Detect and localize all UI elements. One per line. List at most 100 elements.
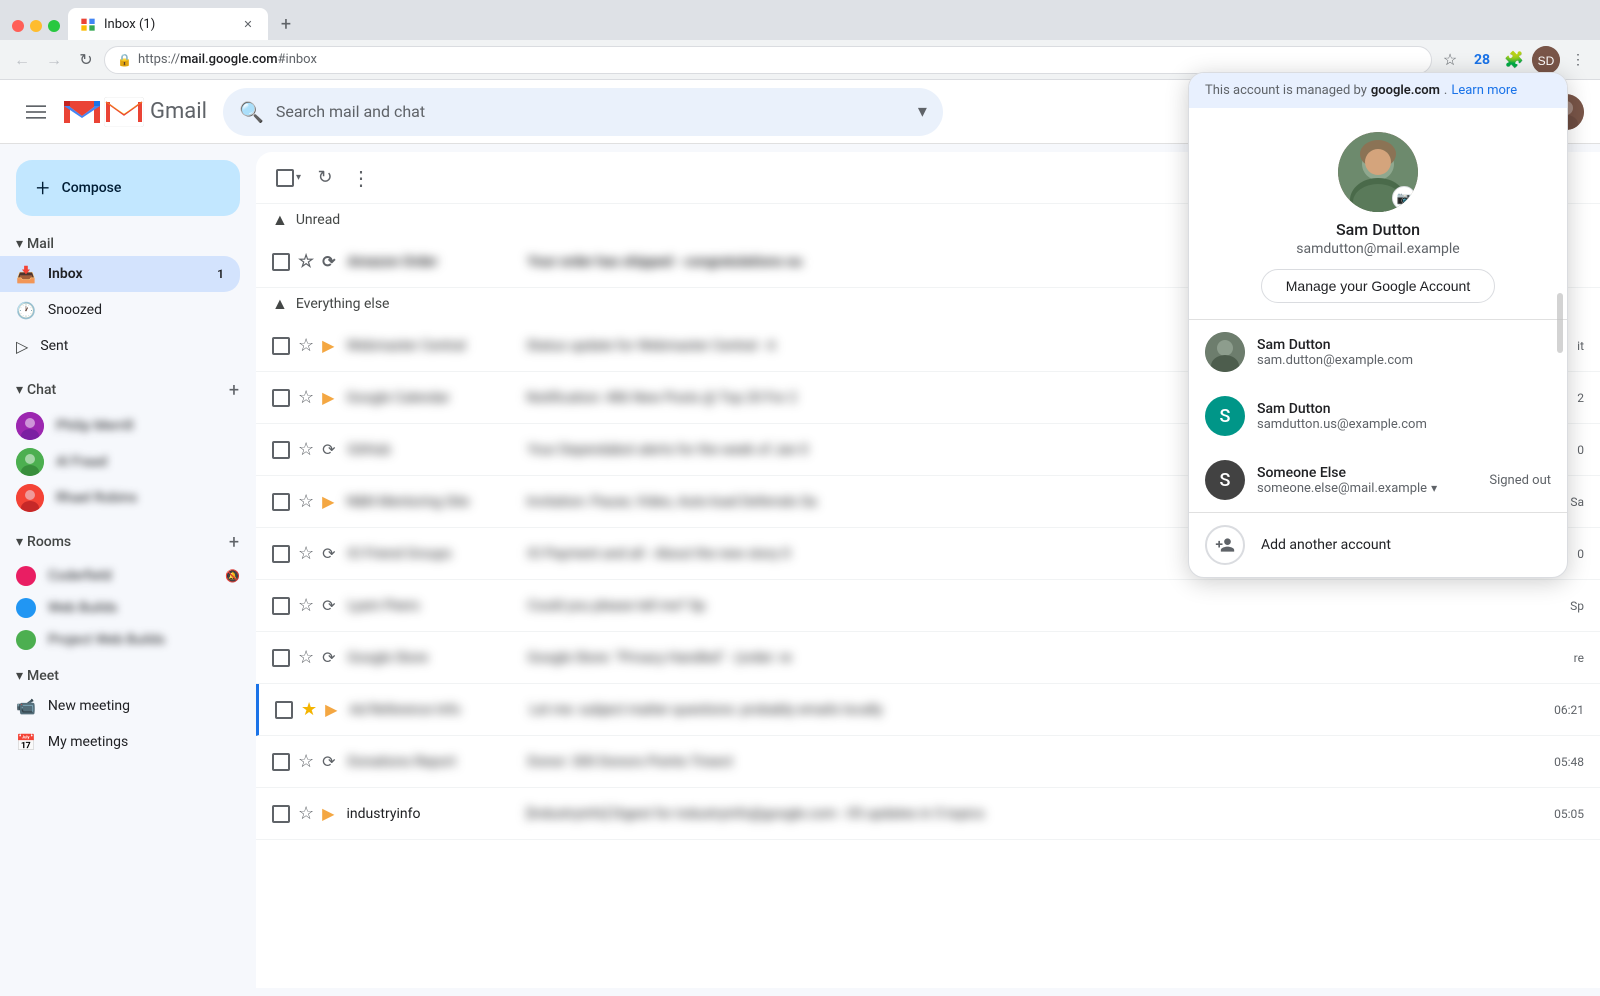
star-icon[interactable]: ☆: [298, 251, 314, 272]
sidebar-item-inbox[interactable]: 📥 Inbox 1: [0, 256, 240, 292]
snooze-icon: ⟳: [322, 252, 335, 271]
room-item-3[interactable]: Project Web Builds: [0, 624, 256, 656]
chat-contacts-list: Philip Merrill Al Fraad Rhael Robins: [0, 408, 256, 520]
email-checkbox[interactable]: [272, 253, 290, 271]
refresh-button[interactable]: ↻: [309, 162, 341, 194]
star-icon[interactable]: ☆: [298, 439, 314, 460]
chrome-menu-button[interactable]: ⋮: [1564, 46, 1592, 74]
bookmark-button[interactable]: ☆: [1436, 46, 1464, 74]
email-time: 0: [1577, 443, 1584, 457]
account-item-someone-else[interactable]: S Someone Else someone.else@mail.example…: [1189, 448, 1567, 512]
chat-contact-3[interactable]: Rhael Robins: [16, 480, 256, 516]
address-bar-url: https://mail.google.com#inbox: [138, 52, 317, 67]
unread-label: Unread: [296, 212, 340, 228]
traffic-light-green[interactable]: [48, 20, 60, 32]
mail-section-header[interactable]: ▾ Mail: [0, 232, 256, 256]
email-row[interactable]: ☆ ⟳ Google Store Google Store: "Privacy …: [256, 632, 1600, 684]
email-checkbox[interactable]: [272, 337, 290, 355]
browser-tabs-bar: Inbox (1) ✕ +: [0, 0, 1600, 40]
star-icon[interactable]: ☆: [298, 491, 314, 512]
star-icon[interactable]: ☆: [298, 335, 314, 356]
compose-button[interactable]: + Compose: [16, 160, 240, 216]
email-checkbox[interactable]: [272, 441, 290, 459]
add-room-button[interactable]: +: [220, 528, 248, 556]
chat-contact-1[interactable]: Philip Merrill: [16, 408, 256, 444]
edit-photo-button[interactable]: 📷: [1392, 186, 1416, 210]
star-icon[interactable]: ☆: [298, 595, 314, 616]
back-button[interactable]: ←: [8, 46, 36, 74]
email-row-highlighted[interactable]: ★ ▶ Ad Reference Info Let me: subject ma…: [256, 684, 1600, 736]
rooms-chevron-icon[interactable]: ▾: [16, 534, 23, 550]
account-item-sam-1[interactable]: Sam Dutton sam.dutton@example.com: [1189, 320, 1567, 384]
email-row[interactable]: ☆ ⟳ Lyam Peers Could you please tell me?…: [256, 580, 1600, 632]
sender-name: Google Store: [348, 650, 528, 666]
extension-calendar[interactable]: 28: [1468, 46, 1496, 74]
traffic-light-red[interactable]: [12, 20, 24, 32]
email-row[interactable]: ☆ ⟳ Donations Report Donor: 300 Donors P…: [256, 736, 1600, 788]
email-content: Donor: 300 Donors Points Trisect: [528, 754, 1547, 770]
account-item-sam-2[interactable]: S Sam Dutton samdutton.us@example.com: [1189, 384, 1567, 448]
account-photo[interactable]: 📷: [1338, 132, 1418, 212]
address-bar[interactable]: 🔒 https://mail.google.com#inbox: [104, 46, 1432, 74]
more-options-button[interactable]: ⋮: [345, 162, 377, 194]
select-all-checkbox-wrapper[interactable]: ▾: [272, 165, 305, 191]
reload-button[interactable]: ↻: [72, 46, 100, 74]
email-checkbox[interactable]: [272, 545, 290, 563]
meet-section-header[interactable]: ▾ Meet: [0, 660, 256, 688]
room-item-1[interactable]: Coderfield 🔕: [0, 560, 256, 592]
email-checkbox[interactable]: [272, 493, 290, 511]
search-bar[interactable]: 🔍 Search mail and chat ▾: [223, 88, 943, 136]
manage-google-account-button[interactable]: Manage your Google Account: [1261, 269, 1495, 303]
sidebar-item-my-meetings[interactable]: 📅 My meetings: [0, 724, 256, 760]
rooms-section-header: ▾ Rooms +: [0, 520, 256, 560]
chat-section-label: Chat: [23, 382, 220, 398]
sidebar-item-snoozed[interactable]: 🕐 Snoozed: [0, 292, 240, 328]
contact-2-name: Al Fraad: [56, 454, 107, 470]
star-icon[interactable]: ☆: [298, 543, 314, 564]
account-item-1-email: sam.dutton@example.com: [1257, 353, 1551, 368]
new-meeting-icon: 📹: [16, 697, 36, 716]
search-input[interactable]: Search mail and chat: [276, 102, 906, 121]
forward-button[interactable]: →: [40, 46, 68, 74]
new-tab-button[interactable]: +: [272, 12, 300, 40]
tab-close-button[interactable]: ✕: [240, 16, 256, 32]
sender-name: N&N Mentoring Site: [346, 494, 526, 510]
select-dropdown-arrow-icon[interactable]: ▾: [296, 172, 301, 183]
email-checkbox[interactable]: [275, 701, 293, 719]
signed-out-status: Signed out: [1489, 473, 1551, 488]
email-checkbox[interactable]: [272, 649, 290, 667]
extension-puzzle[interactable]: 🧩: [1500, 46, 1528, 74]
sidebar-item-new-meeting[interactable]: 📹 New meeting: [0, 688, 256, 724]
mail-chevron-icon: ▾: [16, 236, 23, 252]
profile-button[interactable]: SD: [1532, 46, 1560, 74]
inbox-count-badge: 1: [217, 267, 224, 281]
email-checkbox[interactable]: [272, 389, 290, 407]
email-checkbox[interactable]: [272, 805, 290, 823]
search-filter-arrow[interactable]: ▾: [918, 101, 927, 122]
sidebar-item-sent[interactable]: ▷ Sent: [0, 328, 240, 364]
star-icon[interactable]: ☆: [298, 803, 314, 824]
email-checkbox[interactable]: [272, 597, 290, 615]
active-tab[interactable]: Inbox (1) ✕: [68, 8, 268, 40]
email-content: [Industryinfo] Digest for industryinfo@g…: [526, 806, 1546, 822]
traffic-light-yellow[interactable]: [30, 20, 42, 32]
compose-plus-icon: +: [36, 174, 50, 202]
account-item-1-avatar: [1205, 332, 1245, 372]
room-item-2[interactable]: Web Builds: [0, 592, 256, 624]
star-icon[interactable]: ☆: [298, 387, 314, 408]
select-all-checkbox[interactable]: [276, 169, 294, 187]
chat-section-header: ▾ Chat +: [0, 368, 256, 408]
add-another-account-item[interactable]: Add another account: [1189, 513, 1567, 577]
chat-chevron-icon[interactable]: ▾: [16, 382, 23, 398]
chat-contact-2[interactable]: Al Fraad: [16, 444, 256, 480]
star-icon-starred[interactable]: ★: [301, 699, 317, 720]
email-content: Could you please tell me? Sp: [528, 598, 1563, 614]
arrow-icon: ▶: [325, 700, 337, 719]
hamburger-menu-button[interactable]: [16, 92, 56, 132]
star-icon[interactable]: ☆: [298, 647, 314, 668]
email-checkbox[interactable]: [272, 753, 290, 771]
add-chat-button[interactable]: +: [220, 376, 248, 404]
star-icon[interactable]: ☆: [298, 751, 314, 772]
email-row-industryinfo[interactable]: ☆ ▶ industryinfo [Industryinfo] Digest f…: [256, 788, 1600, 840]
learn-more-link[interactable]: Learn more: [1451, 83, 1517, 98]
